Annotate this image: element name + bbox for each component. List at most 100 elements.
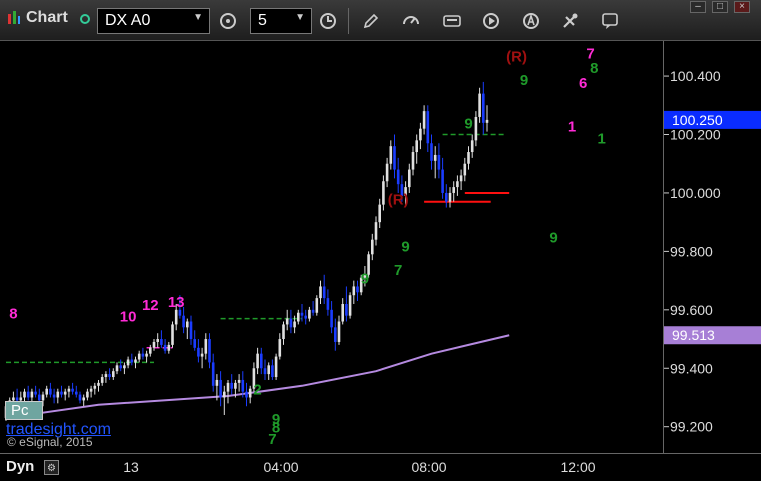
signal-label: 8 (590, 60, 598, 77)
keyboard-icon (443, 15, 461, 27)
signal-label: 9 (401, 238, 409, 255)
copyright-text: © eSignal, 2015 (7, 435, 93, 449)
candle-body (23, 391, 26, 398)
candle-body (49, 388, 52, 395)
candle-body (30, 391, 34, 398)
candle-body (38, 394, 41, 401)
candle-body (248, 388, 252, 398)
x-tick-label: 12:00 (560, 459, 596, 475)
candle-body (156, 339, 159, 342)
candle-body (211, 362, 215, 386)
candle-body (197, 347, 200, 357)
candle-body (93, 385, 97, 389)
symbol-selector[interactable]: DX A0 ▼ (97, 8, 210, 34)
signal-label: 2 (253, 382, 261, 399)
settings-icon[interactable]: ⚙ (44, 460, 59, 475)
candle-body (463, 163, 467, 176)
alert-icon (523, 13, 539, 29)
candle-body (297, 312, 300, 322)
toolbar-divider (348, 8, 349, 34)
candle-body (393, 146, 396, 170)
candle-body (282, 324, 285, 340)
candle-body (26, 391, 30, 398)
tools-icon (563, 13, 578, 28)
chevron-down-icon: ▼ (193, 12, 203, 23)
candle-body (189, 321, 193, 340)
candle-body (134, 359, 137, 363)
signal-label: 7 (268, 431, 276, 448)
candle-body (330, 309, 333, 328)
candle-body (160, 339, 163, 345)
candle-body (78, 394, 82, 401)
close-button[interactable]: × (734, 1, 750, 13)
candle-body (167, 344, 171, 351)
play-icon (483, 13, 499, 29)
signal-label: 9 (520, 72, 528, 89)
candle-body (71, 388, 74, 392)
candle-body (237, 379, 241, 383)
signal-label: 7 (394, 262, 402, 279)
candle-body (104, 374, 108, 378)
signal-label: 1 (598, 130, 606, 147)
candle-body (385, 163, 389, 182)
candle-body (478, 93, 481, 117)
candle-body (75, 391, 78, 395)
interval-clock-button[interactable] (314, 8, 342, 34)
candle-body (52, 394, 56, 398)
moving-average-line (5, 334, 510, 419)
signal-label: 9 (464, 116, 472, 133)
link-status-icon[interactable] (80, 14, 90, 24)
candle-body (441, 169, 444, 193)
candle-body (126, 359, 130, 366)
dynamic-mode-label[interactable]: Dyn (6, 458, 34, 475)
candle-body (419, 128, 422, 141)
candle-body (234, 382, 237, 389)
candle-body (245, 391, 248, 398)
candle-body (219, 379, 222, 398)
candle-body (15, 397, 19, 401)
cursor-sync-button[interactable] (397, 8, 425, 34)
price-axis: 99.20099.40099.60099.800100.000100.20010… (663, 41, 761, 453)
signal-label: 7 (586, 46, 594, 63)
candle-body (152, 341, 156, 348)
signal-label: 10 (120, 309, 137, 326)
candle-body (56, 391, 60, 398)
candle-body (378, 204, 381, 223)
candle-body (408, 169, 411, 188)
candle-body (63, 391, 67, 395)
y-tick-label: 99.800 (670, 243, 713, 259)
candle-body (289, 318, 293, 328)
candle-body (456, 181, 459, 188)
alerts-button[interactable] (517, 8, 545, 34)
minimize-button[interactable]: – (690, 1, 706, 13)
interval-selector[interactable]: 5 ▼ (250, 8, 312, 34)
window-title: Chart (26, 9, 68, 26)
candle-body (430, 143, 433, 161)
price-label: 100.250 (672, 112, 723, 128)
candle-body (60, 391, 63, 395)
price-chart[interactable]: 8 1012 13(R)(R)979998976112987 (0, 41, 663, 453)
candle-body (260, 353, 263, 369)
comments-button[interactable] (596, 8, 624, 34)
candle-body (82, 397, 85, 401)
toggle-tools-button[interactable] (556, 8, 584, 34)
candle-body (241, 379, 245, 392)
maximize-button[interactable]: □ (712, 1, 728, 13)
y-tick-label: 99.600 (670, 302, 713, 318)
chevron-down-icon: ▼ (295, 12, 305, 23)
candle-body (445, 192, 448, 202)
pc-button[interactable]: Pc (5, 401, 43, 420)
signal-label: 8 (9, 306, 17, 323)
candle-body (315, 298, 319, 313)
candle-body (371, 239, 374, 255)
data-window-button[interactable] (438, 8, 466, 34)
candle-body (485, 119, 489, 123)
candle-body (422, 111, 426, 129)
signal-label: (R) (506, 48, 527, 65)
time-axis: Dyn ⚙ 13 04:00 08:00 12:00 (0, 453, 761, 481)
play-button[interactable] (477, 8, 505, 34)
y-tick-label: 99.200 (670, 419, 713, 435)
refresh-symbol-button[interactable] (214, 8, 242, 34)
candle-body (474, 116, 478, 141)
draw-pencil-button[interactable] (357, 8, 385, 34)
